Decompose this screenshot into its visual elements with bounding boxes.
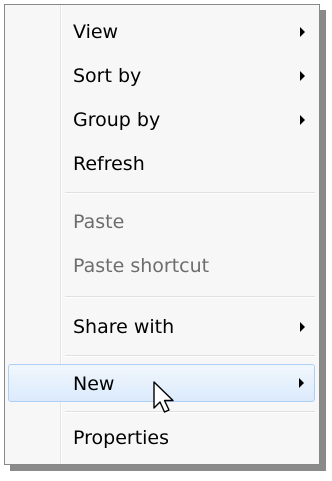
menu-item-sort-by[interactable]: Sort by <box>8 57 315 95</box>
menu-item-label: Paste shortcut <box>73 255 210 277</box>
menu-item-paste[interactable]: Paste <box>8 203 315 241</box>
chevron-right-icon <box>299 378 304 388</box>
menu-separator <box>65 411 315 413</box>
chevron-right-icon <box>300 71 305 81</box>
menu-item-group-by[interactable]: Group by <box>8 101 315 139</box>
chevron-right-icon <box>300 27 305 37</box>
menu-item-label: Share with <box>73 316 175 338</box>
menu-item-label: Refresh <box>73 153 145 175</box>
chevron-right-icon <box>300 115 305 125</box>
menu-item-view[interactable]: View <box>8 13 315 51</box>
chevron-right-icon <box>300 322 305 332</box>
menu-item-label: Sort by <box>73 65 142 87</box>
menu-item-share-with[interactable]: Share with <box>8 308 315 346</box>
menu-item-label: Paste <box>73 211 125 233</box>
menu-separator <box>65 296 315 298</box>
menu-item-label: Group by <box>73 109 161 131</box>
mouse-pointer-icon <box>153 381 174 413</box>
menu-item-refresh[interactable]: Refresh <box>8 145 315 183</box>
menu-item-properties[interactable]: Properties <box>8 419 315 457</box>
menu-item-paste-shortcut[interactable]: Paste shortcut <box>8 247 315 285</box>
menu-separator <box>65 355 315 357</box>
menu-item-label: Properties <box>73 427 170 449</box>
menu-item-label: New <box>73 373 115 395</box>
menu-separator <box>65 192 315 194</box>
menu-item-label: View <box>73 21 119 43</box>
